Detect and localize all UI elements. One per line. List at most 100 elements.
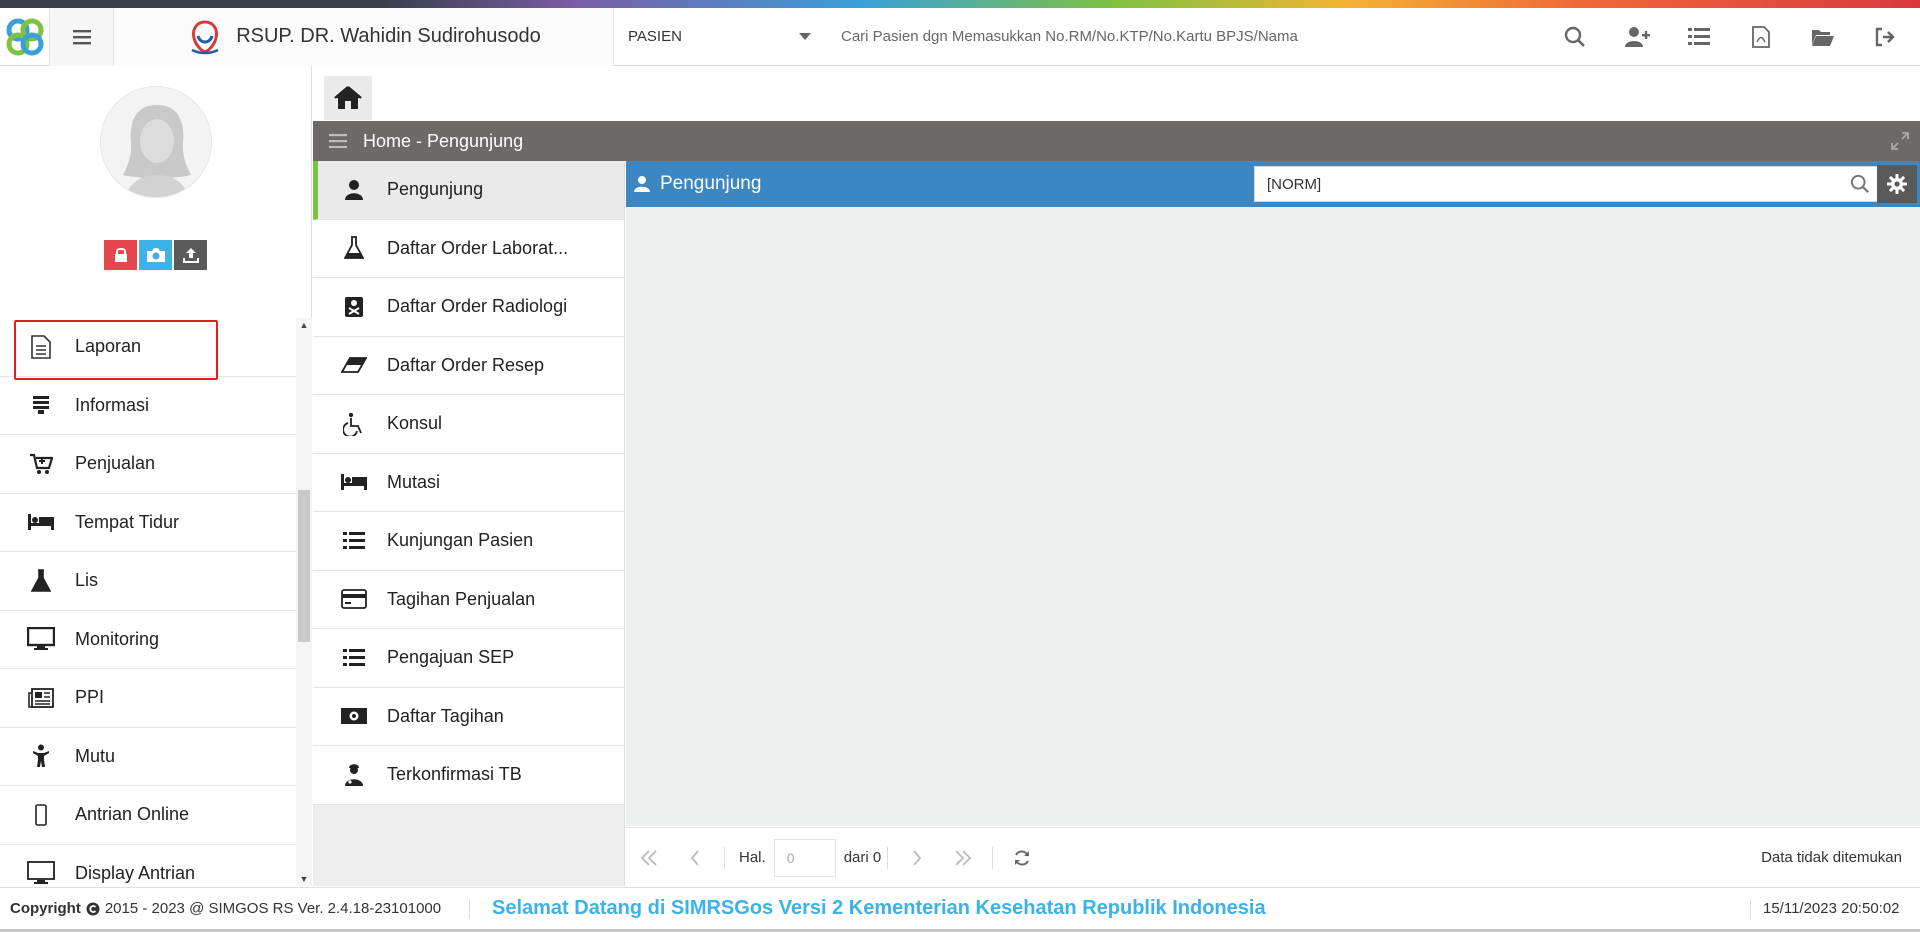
sidebar-item-label: PPI [75, 687, 105, 708]
panel-menu-icon[interactable] [329, 134, 347, 148]
pager-divider [992, 846, 994, 869]
sidebar-item-label: Display Antrian [75, 862, 196, 883]
search-icon [1564, 26, 1585, 47]
last-page-button[interactable] [940, 838, 986, 878]
submenu-item-kunjungan-pasien[interactable]: Kunjungan Pasien [313, 512, 624, 571]
sidebar-item-label: Laporan [75, 336, 142, 357]
double-chevron-left-icon [640, 849, 657, 866]
sidebar-item-lis[interactable]: Lis [0, 552, 296, 611]
camera-icon [146, 248, 165, 262]
content-title: Pengunjung [660, 173, 762, 194]
logout-button[interactable] [1854, 8, 1916, 66]
sidebar-scrollbar[interactable]: ▲ ▼ [296, 318, 312, 886]
list-icon [339, 526, 369, 556]
document-icon [26, 332, 56, 362]
page-number-input[interactable]: 0 [773, 838, 836, 877]
next-page-button[interactable] [894, 838, 940, 878]
hospital-name: RSUP. DR. Wahidin Sudirohusodo [236, 25, 541, 47]
gear-icon [1887, 174, 1907, 194]
sidebar-item-tempat-tidur[interactable]: Tempat Tidur [0, 494, 296, 552]
patient-search-input[interactable]: Cari Pasien dgn Memasukkan No.RM/No.KTP/… [829, 28, 1544, 45]
submenu-item-label: Terkonfirmasi TB [387, 764, 522, 785]
submenu-item-label: Kunjungan Pasien [387, 530, 534, 551]
sidebar-item-label: Tempat Tidur [75, 511, 180, 532]
search-button[interactable] [1544, 8, 1606, 66]
sidebar-item-laporan[interactable]: Laporan [0, 318, 296, 377]
user-icon [634, 176, 650, 192]
sidebar-item-monitoring[interactable]: Monitoring [0, 611, 296, 669]
submenu-item-order-radiologi[interactable]: Daftar Order Radiologi [313, 278, 624, 337]
lock-button[interactable] [104, 240, 137, 270]
hamburger-icon [72, 29, 91, 44]
expand-icon[interactable] [1890, 131, 1910, 156]
pager-status: Data tidak ditemukan [1761, 849, 1902, 866]
copyright-icon [86, 902, 100, 915]
sidebar-item-mutu[interactable]: Mutu [0, 728, 296, 786]
sidebar-item-penjualan[interactable]: Penjualan [0, 435, 296, 494]
home-button[interactable] [324, 76, 372, 120]
bed-icon [339, 467, 369, 497]
submenu-item-pengajuan-sep[interactable]: Pengajuan SEP [313, 629, 624, 688]
search-type-value: PASIEN [628, 28, 682, 45]
list-button[interactable] [1668, 8, 1730, 66]
user-icon [339, 175, 369, 205]
menu-toggle-button[interactable] [50, 7, 114, 66]
pagination-bar: Hal. 0 dari 0 Data tidak ditemukan [626, 827, 1920, 887]
add-patient-button[interactable] [1606, 8, 1668, 66]
sidebar-item-label: Mutu [75, 745, 116, 766]
upload-icon [182, 248, 199, 263]
open-folder-button[interactable] [1792, 8, 1854, 66]
xray-icon [339, 292, 369, 322]
submenu-item-label: Daftar Order Radiologi [387, 296, 568, 317]
prev-page-button[interactable] [672, 838, 718, 878]
pager-divider [724, 846, 725, 869]
settings-button[interactable] [1877, 165, 1917, 203]
sidebar-item-label: Lis [75, 570, 99, 591]
list-icon [339, 643, 369, 673]
app-logo-icon [6, 18, 43, 55]
doctor-icon [339, 760, 369, 790]
credit-card-icon [339, 584, 369, 614]
double-chevron-right-icon [955, 849, 972, 866]
submenu-item-label: Daftar Order Laborat... [387, 237, 569, 258]
pdf-button[interactable] [1730, 8, 1792, 66]
page-of-label: dari 0 [843, 849, 882, 866]
hospital-logo-icon [191, 19, 219, 54]
lock-icon [114, 247, 127, 262]
upload-button[interactable] [174, 240, 207, 270]
cart-icon [26, 449, 56, 479]
search-icon[interactable] [1840, 174, 1880, 194]
bed-icon [26, 507, 56, 537]
panel-title: Home - Pengunjung [363, 130, 524, 151]
eraser-icon [339, 350, 369, 380]
submenu-item-pengunjung[interactable]: Pengunjung [313, 161, 624, 220]
submenu-item-terkonfirmasi-tb[interactable]: Terkonfirmasi TB [313, 746, 624, 805]
newspaper-icon [26, 683, 56, 713]
scroll-down-icon[interactable]: ▼ [296, 872, 312, 886]
sidebar-item-ppi[interactable]: PPI [0, 669, 296, 728]
app-logo[interactable] [0, 7, 50, 66]
submenu-item-order-lab[interactable]: Daftar Order Laborat... [313, 219, 624, 278]
sidebar-item-informasi[interactable]: Informasi [0, 377, 296, 435]
refresh-button[interactable] [999, 838, 1045, 878]
submenu-item-mutasi[interactable]: Mutasi [313, 453, 624, 512]
mobile-icon [26, 800, 56, 830]
submenu-item-konsul[interactable]: Konsul [313, 395, 624, 454]
submenu-item-order-resep[interactable]: Daftar Order Resep [313, 336, 624, 395]
first-page-button[interactable] [626, 838, 672, 878]
norm-search-input[interactable] [1255, 169, 1840, 199]
submenu-item-tagihan-penjualan[interactable]: Tagihan Penjualan [313, 570, 624, 629]
submenu-item-label: Tagihan Penjualan [387, 588, 536, 609]
submenu-list: Pengunjung Daftar Order Laborat... Dafta… [313, 161, 625, 886]
hospital-brand: RSUP. DR. Wahidin Sudirohusodo [114, 7, 614, 66]
pager-divider [887, 846, 889, 869]
chevron-right-icon [913, 849, 922, 866]
home-icon [334, 86, 362, 109]
search-type-select[interactable]: PASIEN [614, 8, 829, 66]
scroll-up-icon[interactable]: ▲ [296, 318, 312, 332]
scroll-thumb[interactable] [298, 490, 310, 642]
submenu-item-daftar-tagihan[interactable]: Daftar Tagihan [313, 687, 624, 746]
monitor-icon [26, 624, 56, 654]
camera-button[interactable] [139, 240, 172, 270]
sidebar-item-antrian-online[interactable]: Antrian Online [0, 786, 296, 845]
